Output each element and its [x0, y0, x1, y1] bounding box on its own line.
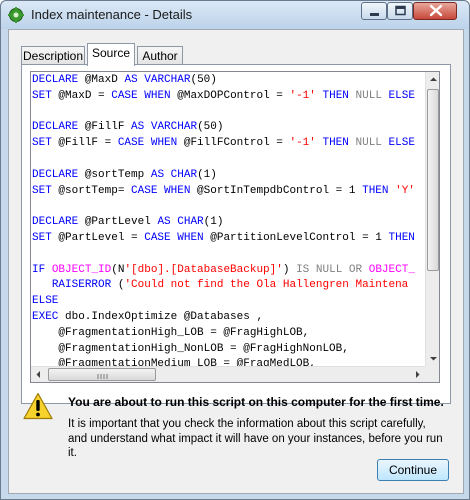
details-window: Index maintenance - Details Description …	[0, 0, 470, 500]
minimize-icon	[370, 13, 379, 16]
source-code-viewer[interactable]: DECLARE @MaxD AS VARCHAR(50) SET @MaxD =…	[30, 71, 440, 383]
source-tab-panel: DECLARE @MaxD AS VARCHAR(50) SET @MaxD =…	[21, 64, 451, 404]
scroll-right-arrow-icon[interactable]	[410, 367, 425, 382]
close-icon	[429, 4, 443, 17]
warning-triangle-icon	[23, 392, 53, 420]
scroll-down-arrow-icon[interactable]	[426, 351, 440, 366]
warning-title: You are about to run this script on this…	[68, 395, 444, 409]
horizontal-scroll-thumb[interactable]	[48, 368, 156, 381]
maximize-icon	[395, 5, 406, 16]
green-gear-icon	[8, 7, 24, 23]
dialog-client-area: Description Source Author DECLARE @MaxD …	[8, 29, 464, 494]
tab-description[interactable]: Description	[21, 46, 85, 65]
tab-source[interactable]: Source	[87, 43, 135, 66]
scroll-up-arrow-icon[interactable]	[426, 72, 440, 87]
continue-button[interactable]: Continue	[377, 459, 449, 481]
minimize-button[interactable]	[361, 2, 387, 20]
title-bar[interactable]: Index maintenance - Details	[1, 1, 469, 29]
horizontal-scrollbar[interactable]	[31, 366, 425, 382]
scroll-left-arrow-icon[interactable]	[31, 367, 46, 382]
warning-text: It is important that you check the infor…	[68, 418, 443, 459]
window-title: Index maintenance - Details	[31, 7, 193, 22]
vertical-scrollbar[interactable]	[425, 72, 440, 366]
grip-icon	[97, 374, 108, 379]
code-text[interactable]: DECLARE @MaxD AS VARCHAR(50) SET @MaxD =…	[31, 72, 425, 366]
tab-author[interactable]: Author	[137, 46, 183, 65]
scroll-corner	[425, 366, 439, 382]
maximize-button[interactable]	[387, 2, 413, 20]
close-button[interactable]	[413, 2, 457, 20]
vertical-scroll-thumb[interactable]	[427, 89, 439, 271]
code-area[interactable]: DECLARE @MaxD AS VARCHAR(50) SET @MaxD =…	[31, 72, 425, 366]
